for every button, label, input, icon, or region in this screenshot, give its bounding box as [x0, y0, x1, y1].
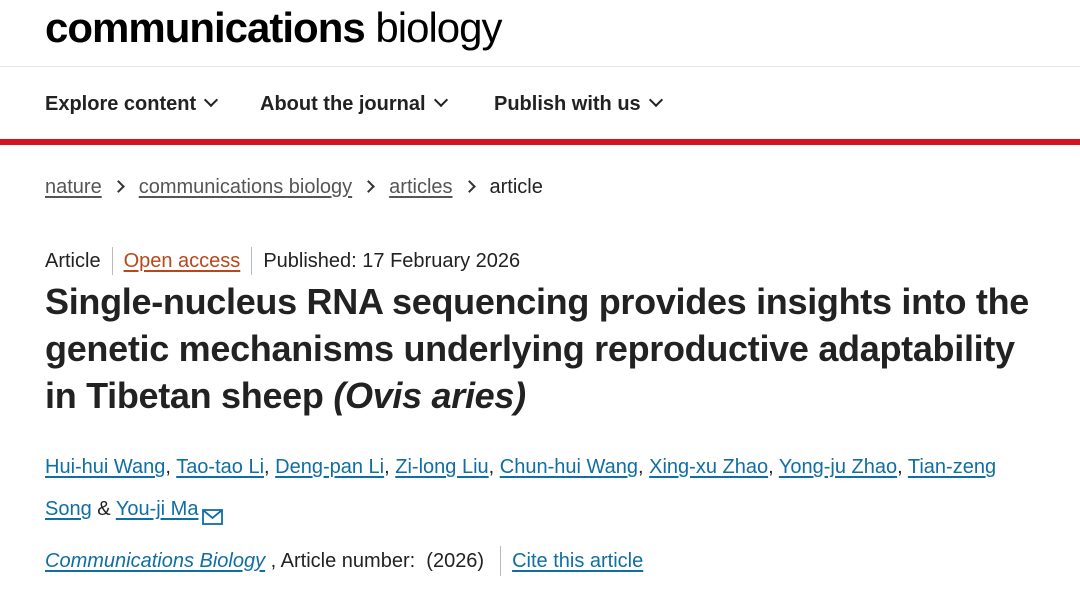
divider: [251, 247, 253, 275]
article-type: Article: [45, 250, 101, 272]
citation-line: Communications Biology , Article number:…: [45, 546, 643, 576]
chevron-right-icon: [362, 180, 376, 193]
chevron-down-icon: [204, 92, 219, 108]
author-link[interactable]: Xing-xu Zhao: [649, 456, 768, 478]
author-link[interactable]: Yong-ju Zhao: [779, 456, 897, 478]
mail-icon[interactable]: [202, 498, 224, 540]
cite-this-article-link[interactable]: Cite this article: [512, 546, 643, 576]
author-separator: ,: [638, 456, 650, 478]
nav-about-journal[interactable]: About the journal: [260, 91, 448, 117]
title-species: (Ovis aries): [333, 375, 526, 416]
logo-light-text: biology: [375, 4, 502, 51]
article-number: , Article number: (2026): [265, 550, 485, 572]
nav-publish-with-us[interactable]: Publish with us: [494, 91, 663, 117]
divider: [500, 546, 502, 576]
nav-label: About the journal: [260, 93, 426, 115]
breadcrumb-current: article: [489, 176, 543, 198]
journal-link[interactable]: Communications Biology: [45, 546, 265, 576]
breadcrumb-nature[interactable]: nature: [45, 176, 102, 198]
author-separator: ,: [897, 456, 908, 478]
divider: [111, 247, 113, 275]
author-link[interactable]: Zi-long Liu: [395, 456, 488, 478]
chevron-down-icon: [433, 92, 448, 108]
author-link[interactable]: You-ji Ma: [116, 498, 199, 520]
author-separator: ,: [165, 456, 177, 478]
published-date: Published: 17 February 2026: [263, 250, 521, 272]
author-link[interactable]: Chun-hui Wang: [500, 456, 638, 478]
journal-logo[interactable]: communications biology: [45, 4, 503, 51]
author-separator: ,: [488, 456, 500, 478]
nav-label: Explore content: [45, 93, 197, 115]
author-separator: ,: [384, 456, 396, 478]
open-access-link[interactable]: Open access: [124, 248, 241, 274]
article-title: Single-nucleus RNA sequencing provides i…: [45, 278, 1045, 419]
chevron-right-icon: [111, 180, 125, 193]
nav-label: Publish with us: [494, 93, 641, 115]
breadcrumb-communications-biology[interactable]: communications biology: [139, 176, 352, 198]
breadcrumb: nature communications biology articles arti…: [45, 174, 543, 200]
article-meta: Article Open access Published: 17 Februa…: [45, 247, 520, 275]
author-separator: ,: [264, 456, 276, 478]
author-separator: ,: [768, 456, 779, 478]
nav-explore-content[interactable]: Explore content: [45, 91, 219, 117]
logo-bold-text: communications: [45, 4, 366, 51]
breadcrumb-articles[interactable]: articles: [389, 176, 452, 198]
author-list: Hui-hui Wang, Tao-tao Li, Deng-pan Li, Z…: [45, 446, 1035, 540]
site-header: communications biology: [0, 0, 1080, 67]
header-accent-bar: [0, 139, 1080, 145]
author-link[interactable]: Deng-pan Li: [275, 456, 384, 478]
author-link[interactable]: Hui-hui Wang: [45, 456, 165, 478]
chevron-right-icon: [462, 180, 476, 193]
author-and: &: [91, 498, 116, 520]
chevron-down-icon: [648, 92, 663, 108]
author-link[interactable]: Tao-tao Li: [176, 456, 264, 478]
title-main: Single-nucleus RNA sequencing provides i…: [45, 281, 1029, 416]
